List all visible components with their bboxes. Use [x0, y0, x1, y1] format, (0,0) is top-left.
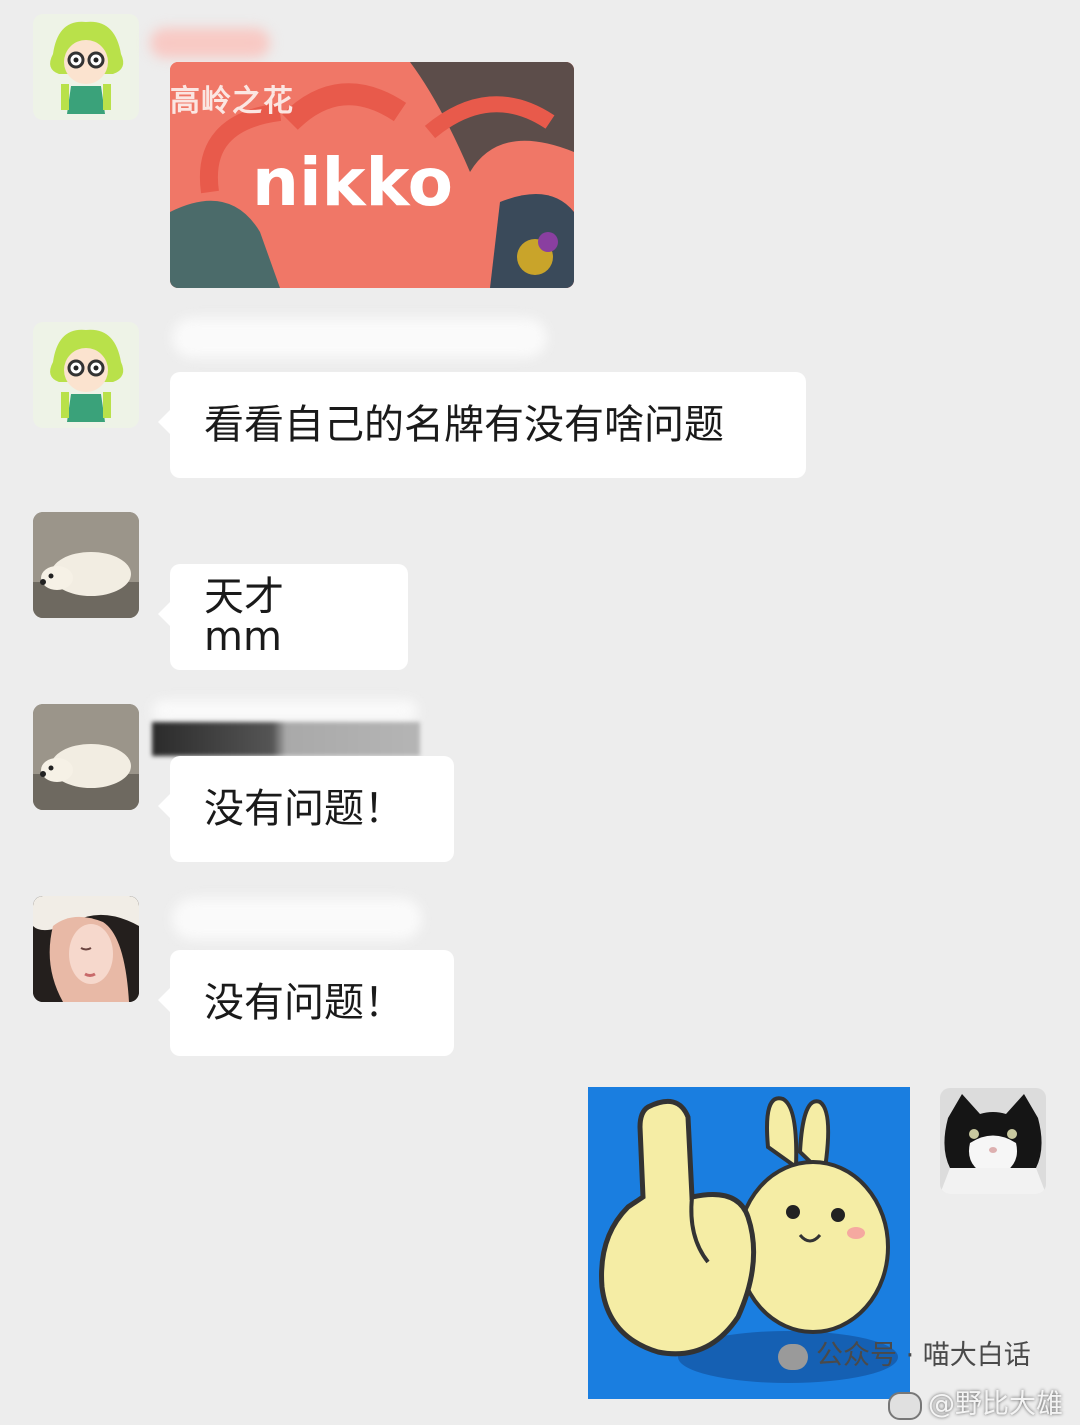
message-bubble[interactable]: 看看自己的名牌有没有啥问题: [158, 372, 806, 478]
message-text: 没有问题！: [204, 786, 404, 832]
wechat-icon: [778, 1343, 808, 1370]
blurred-name: [172, 898, 422, 940]
blurred-name: [152, 700, 418, 722]
dog-avatar[interactable]: [33, 512, 139, 618]
anime-girl-avatar[interactable]: [33, 896, 139, 1002]
message-text: 没有问题！: [204, 980, 404, 1026]
blurred-name: [172, 318, 547, 358]
message-text: 天才 mm: [204, 574, 284, 660]
message-bubble[interactable]: 天才 mm: [158, 564, 408, 670]
weibo-icon: [888, 1391, 922, 1420]
weibo-watermark: @野比大雄: [888, 1382, 1063, 1421]
nameplate-name: nikko: [252, 144, 453, 221]
girl-avatar[interactable]: [33, 322, 139, 428]
message-bubble[interactable]: 没有问题！: [158, 950, 454, 1056]
blurred-name: [150, 28, 270, 58]
official-account-watermark: 公众号 · 喵大白话: [778, 1333, 1031, 1372]
nameplate-top-text: 高岭之花: [170, 84, 294, 119]
redaction-bar: [152, 722, 420, 756]
dog-avatar[interactable]: [33, 704, 139, 810]
weibo-text: @野比大雄: [928, 1389, 1063, 1420]
official-account-text: 公众号 · 喵大白话: [816, 1340, 1031, 1371]
message-text: 看看自己的名牌有没有啥问题: [204, 402, 724, 448]
girl-avatar[interactable]: [33, 14, 139, 120]
message-bubble[interactable]: 没有问题！: [158, 756, 454, 862]
nameplate-image[interactable]: 高岭之花 nikko: [170, 62, 574, 288]
cat-avatar[interactable]: [940, 1088, 1046, 1194]
